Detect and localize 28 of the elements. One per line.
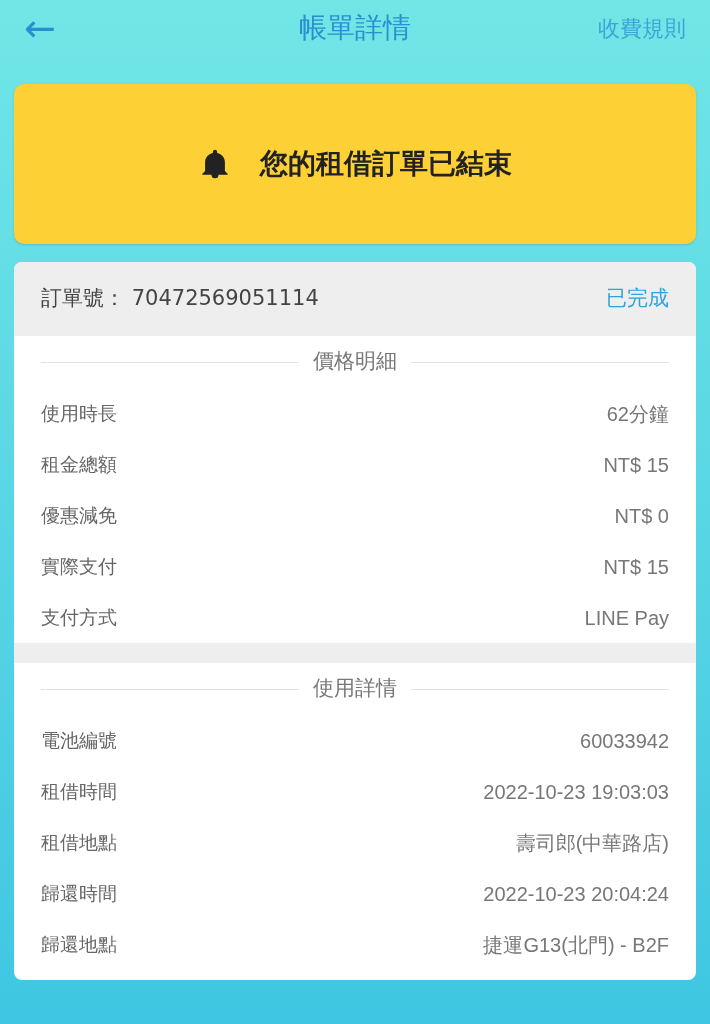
order-status: 已完成: [606, 285, 669, 313]
order-number: 訂單號： 70472569051114: [41, 285, 319, 313]
row-value: 62分鐘: [606, 401, 669, 427]
row-label: 使用時長: [41, 401, 117, 427]
row-value: 2022-10-23 19:03:03: [483, 779, 669, 805]
row-label: 實際支付: [41, 554, 117, 580]
row-value: NT$ 15: [603, 554, 669, 580]
row-label: 租借地點: [41, 830, 117, 856]
row-value: LINE Pay: [584, 605, 669, 631]
back-button[interactable]: ←: [24, 9, 56, 47]
page-title: 帳單詳情: [299, 10, 411, 46]
row-label: 電池編號: [41, 728, 117, 754]
row-label: 優惠減免: [41, 503, 117, 529]
row-label: 歸還時間: [41, 881, 117, 907]
row-value: 2022-10-23 20:04:24: [483, 881, 669, 907]
row-value: NT$ 0: [614, 503, 669, 529]
row-value: 捷運G13(北門) - B2F: [483, 932, 669, 958]
banner-message: 您的租借訂單已結束: [260, 146, 512, 182]
row-label: 支付方式: [41, 605, 117, 631]
section-title: 使用詳情: [312, 675, 398, 703]
fee-rules-link[interactable]: 收費規則: [598, 11, 686, 45]
section-title: 價格明細: [312, 348, 398, 376]
row-label: 租金總額: [41, 452, 117, 478]
row-value: 60033942: [580, 728, 669, 754]
row-label: 歸還地點: [41, 932, 117, 958]
row-value: NT$ 15: [603, 452, 669, 478]
row-value: 壽司郎(中華路店): [515, 830, 669, 856]
row-label: 租借時間: [41, 779, 117, 805]
